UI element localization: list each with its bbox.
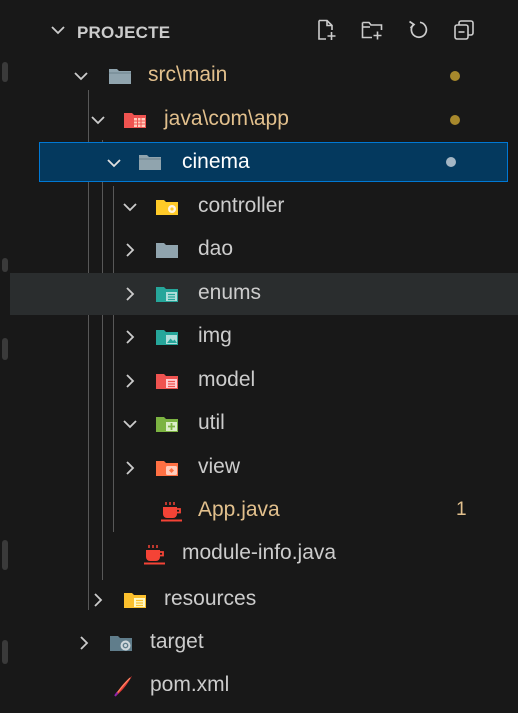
chevron-down-icon [123,203,137,212]
chevron-right-icon [126,461,135,475]
explorer-header[interactable]: PROJECTE [10,0,518,62]
tree-item-resources[interactable]: resources [10,579,518,621]
gutter-mark [2,258,8,272]
tree-item-util[interactable]: util [10,403,518,445]
refresh-icon [409,20,428,39]
tree-item-view[interactable]: view [10,447,518,489]
tree-item-label: pom.xml [150,673,230,696]
chevron-right-icon [126,243,135,257]
chevron-right-icon [126,330,135,344]
chevron-right-icon [126,287,135,301]
chevron-right-icon [126,374,135,388]
maven-file-icon [114,676,132,697]
tree-item-label: view [198,455,241,478]
util-folder-icon [156,417,178,432]
folder-icon [139,155,161,170]
modified-dot [450,115,460,125]
explorer-panel: PROJECTE src\main java\com\app cinema co… [10,0,518,713]
image-folder-icon [156,330,178,345]
tree-item-label: target [150,630,204,653]
tree-item-img[interactable]: img [10,316,518,358]
view-folder-icon [156,461,178,476]
chevron-right-icon [94,593,103,607]
chevron-down-icon [107,159,121,168]
tree-item-model[interactable]: model [10,360,518,402]
tree-item-label: java\com\app [164,107,289,130]
left-gutter [0,0,10,713]
collapse-all-icon [454,20,474,40]
target-folder-icon [110,636,132,651]
untracked-dot [446,157,456,167]
new-file-button[interactable] [312,16,340,44]
chevron-down-icon [123,420,137,429]
tree-item-dao[interactable]: dao [10,229,518,271]
refresh-button[interactable] [404,16,432,44]
tree-item-pom-xml[interactable]: pom.xml [10,665,518,707]
gutter-mark [2,62,8,82]
tree-item-label: controller [198,194,285,217]
resources-folder-icon [124,593,146,608]
gutter-mark [2,540,8,570]
java-file-icon [144,545,165,565]
tree-item-src-main[interactable]: src\main [10,55,518,97]
chevron-right-icon [80,636,89,650]
tree-item-enums[interactable]: enums [10,273,518,315]
folder-icon [109,69,131,84]
tree-item-label: resources [164,587,257,610]
tree-item-label: dao [198,237,234,260]
tree-item-controller[interactable]: controller [10,186,518,228]
section-title: PROJECTE [77,23,171,42]
new-folder-button[interactable] [358,16,386,44]
tree-item-app-java[interactable]: App.java 1 [10,490,518,532]
new-folder-icon [361,21,383,40]
collapse-all-button[interactable] [450,16,478,44]
modified-dot [450,71,460,81]
tree-item-label: module-info.java [182,541,337,564]
enums-folder-icon [156,287,178,302]
tree-item-java-com-app[interactable]: java\com\app [10,99,518,141]
gutter-mark [2,338,8,360]
gutter-mark [2,640,8,664]
chevron-down-icon [91,116,105,125]
folder-icon [156,243,178,258]
tree-item-cinema[interactable]: cinema [39,142,508,182]
java-file-icon [161,502,182,522]
tree-item-label: App.java [198,498,280,521]
tree-item-label: model [198,368,256,391]
tree-item-label: util [198,411,225,434]
java-folder-icon [124,113,146,128]
tree-item-label: enums [198,281,262,304]
new-file-icon [318,19,336,40]
controller-folder-icon [156,200,178,215]
chevron-down-icon[interactable] [48,20,68,40]
tree-item-label: src\main [148,63,228,86]
explorer-window: PROJECTE src\main java\com\app cinema co… [0,0,518,713]
tree-item-module-info[interactable]: module-info.java [10,533,518,575]
chevron-down-icon [74,72,88,81]
tree-item-label: img [198,324,232,347]
problem-count-badge: 1 [456,499,467,520]
model-folder-icon [156,374,178,389]
tree-item-label: cinema [182,150,250,173]
tree-item-target[interactable]: target [10,622,518,664]
